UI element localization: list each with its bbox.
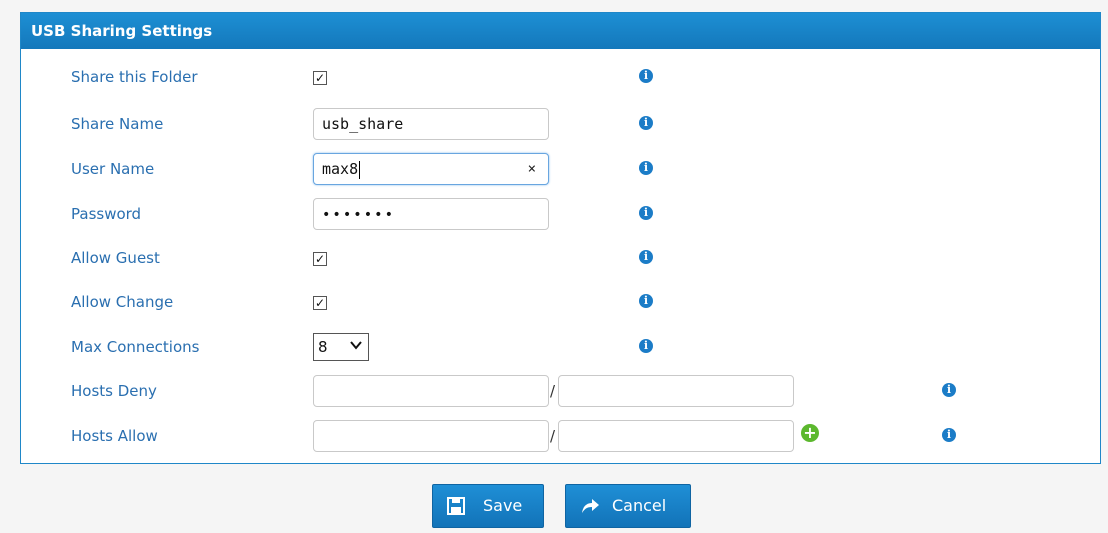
floppy-disk-icon	[447, 497, 465, 515]
info-icon[interactable]: i	[639, 206, 653, 220]
info-icon[interactable]: i	[639, 250, 653, 264]
info-icon[interactable]: i	[639, 339, 653, 353]
checkmark-icon: ✓	[314, 71, 326, 85]
share-name-value: usb_share	[322, 115, 404, 133]
info-icon[interactable]: i	[639, 161, 653, 175]
hosts-allow-label: Hosts Allow	[71, 427, 158, 445]
panel-title: USB Sharing Settings	[21, 13, 1100, 49]
share-folder-checkbox[interactable]: ✓	[313, 71, 327, 85]
plus-icon[interactable]: +	[801, 424, 819, 442]
allow-guest-label: Allow Guest	[71, 249, 160, 267]
share-name-input[interactable]: usb_share	[313, 108, 549, 140]
row-hosts-allow: Hosts Allow / + i	[21, 420, 1100, 452]
usb-sharing-panel: USB Sharing Settings Share this Folder ✓…	[20, 12, 1101, 464]
user-name-value: max8	[322, 160, 359, 178]
text-caret	[359, 160, 361, 179]
hosts-deny-separator: /	[550, 382, 556, 400]
share-folder-label: Share this Folder	[71, 68, 198, 86]
max-connections-label: Max Connections	[71, 338, 200, 356]
row-allow-guest: Allow Guest ✓ i	[21, 242, 1100, 274]
password-input[interactable]: •••••••	[313, 198, 549, 230]
row-allow-change: Allow Change ✓ i	[21, 286, 1100, 318]
user-name-label: User Name	[71, 160, 155, 178]
row-max-connections: Max Connections 8 i	[21, 331, 1100, 363]
hosts-deny-label: Hosts Deny	[71, 382, 157, 400]
share-name-label: Share Name	[71, 115, 164, 133]
hosts-allow-mask-input[interactable]	[558, 420, 794, 452]
password-label: Password	[71, 205, 142, 223]
info-icon[interactable]: i	[942, 428, 956, 442]
hosts-deny-mask-input[interactable]	[558, 375, 794, 407]
row-share-name: Share Name usb_share i	[21, 108, 1100, 140]
allow-change-checkbox[interactable]: ✓	[313, 296, 327, 310]
password-value: •••••••	[322, 207, 396, 223]
info-icon[interactable]: i	[639, 116, 653, 130]
info-icon[interactable]: i	[639, 294, 653, 308]
allow-change-label: Allow Change	[71, 293, 174, 311]
checkmark-icon: ✓	[314, 296, 326, 310]
hosts-deny-ip-input[interactable]	[313, 375, 549, 407]
save-button[interactable]: Save	[432, 484, 544, 528]
cancel-button[interactable]: Cancel	[565, 484, 691, 528]
max-connections-select[interactable]: 8	[313, 333, 369, 361]
clear-icon[interactable]: ×	[528, 154, 536, 184]
row-hosts-deny: Hosts Deny / i	[21, 375, 1100, 407]
max-connections-value: 8	[318, 338, 328, 356]
allow-guest-checkbox[interactable]: ✓	[313, 252, 327, 266]
hosts-allow-separator: /	[550, 427, 556, 445]
hosts-allow-ip-input[interactable]	[313, 420, 549, 452]
row-share-folder: Share this Folder ✓ i	[21, 61, 1100, 93]
chevron-down-icon	[350, 341, 362, 350]
arrow-forward-icon	[582, 499, 599, 513]
cancel-label: Cancel	[612, 496, 667, 515]
info-icon[interactable]: i	[942, 383, 956, 397]
row-user-name: User Name max8 × i	[21, 153, 1100, 185]
save-label: Save	[483, 496, 523, 515]
row-password: Password ••••••• i	[21, 198, 1100, 230]
info-icon[interactable]: i	[639, 69, 653, 83]
checkmark-icon: ✓	[314, 252, 326, 266]
user-name-input[interactable]: max8 ×	[313, 153, 549, 185]
